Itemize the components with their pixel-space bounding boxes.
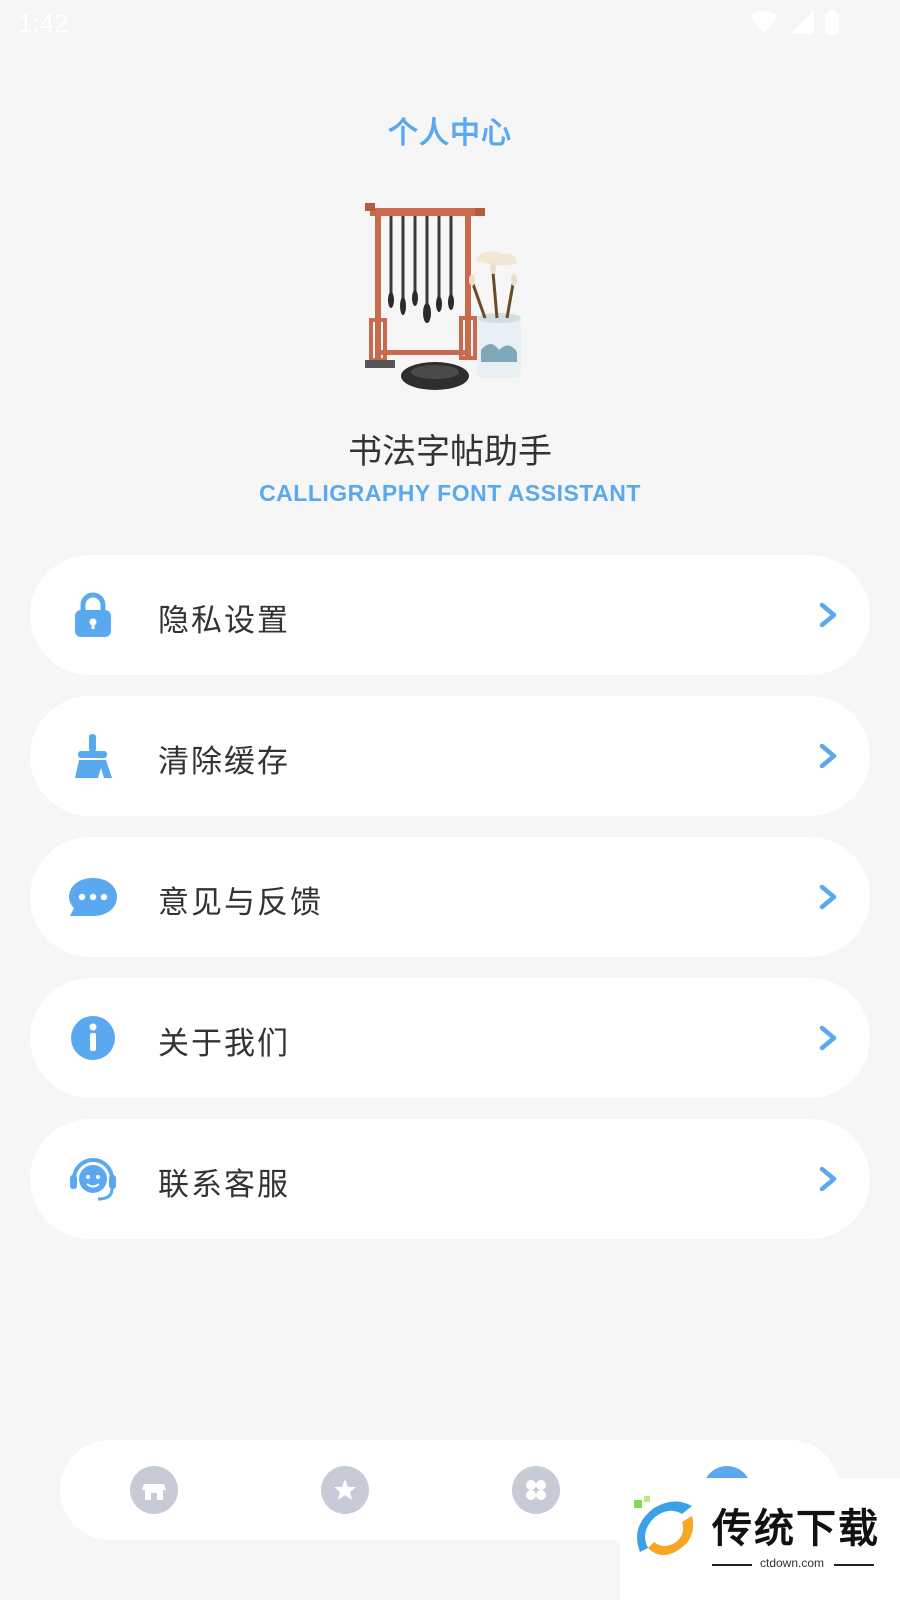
status-time: 1:42 [18,8,69,38]
nav-apps-button[interactable] [512,1466,560,1514]
menu-item-contact-support[interactable]: 联系客服 [30,1119,870,1239]
store-icon [142,1484,166,1500]
menu-label: 联系客服 [158,1167,290,1203]
chat-bubble-icon [69,878,117,916]
apps-icon [526,1480,546,1500]
signal-icon [790,10,814,34]
watermark-title: 传统下载 [712,1506,880,1552]
watermark-logo-icon [634,1496,694,1556]
chevron-right-icon [819,1166,837,1192]
app-name: 书法字帖助手 [348,432,552,472]
menu-item-clear-cache[interactable]: 清除缓存 [30,696,870,816]
chevron-right-icon [819,602,837,628]
headset-icon [70,1158,116,1201]
chevron-right-icon [819,884,837,910]
watermark-overlay: 传统下载 ctdown.com [620,1478,900,1600]
star-icon [334,1479,356,1500]
status-icons [750,10,840,36]
app-logo [365,203,521,390]
chevron-right-icon [819,743,837,769]
menu-label: 关于我们 [158,1026,290,1062]
nav-store-button[interactable] [130,1466,178,1514]
status-bar: 1:42 [0,0,900,50]
menu-label: 隐私设置 [158,603,290,639]
wifi-icon [750,11,778,34]
menu-label: 意见与反馈 [158,885,323,921]
menu-item-feedback[interactable]: 意见与反馈 [30,837,870,957]
page-title: 个人中心 [388,116,512,151]
watermark-divider [834,1564,874,1566]
app-subtitle: CALLIGRAPHY FONT ASSISTANT [259,480,641,506]
menu-label: 清除缓存 [158,744,290,780]
broom-icon [75,734,112,778]
lock-icon [75,592,111,637]
menu-item-privacy-settings[interactable]: 隐私设置 [30,555,870,675]
menu-item-about-us[interactable]: 关于我们 [30,978,870,1098]
info-icon [71,1016,115,1060]
watermark-url: ctdown.com [759,1556,825,1570]
chevron-right-icon [819,1025,837,1051]
nav-favorites-button[interactable] [321,1466,369,1514]
battery-icon [825,10,839,35]
